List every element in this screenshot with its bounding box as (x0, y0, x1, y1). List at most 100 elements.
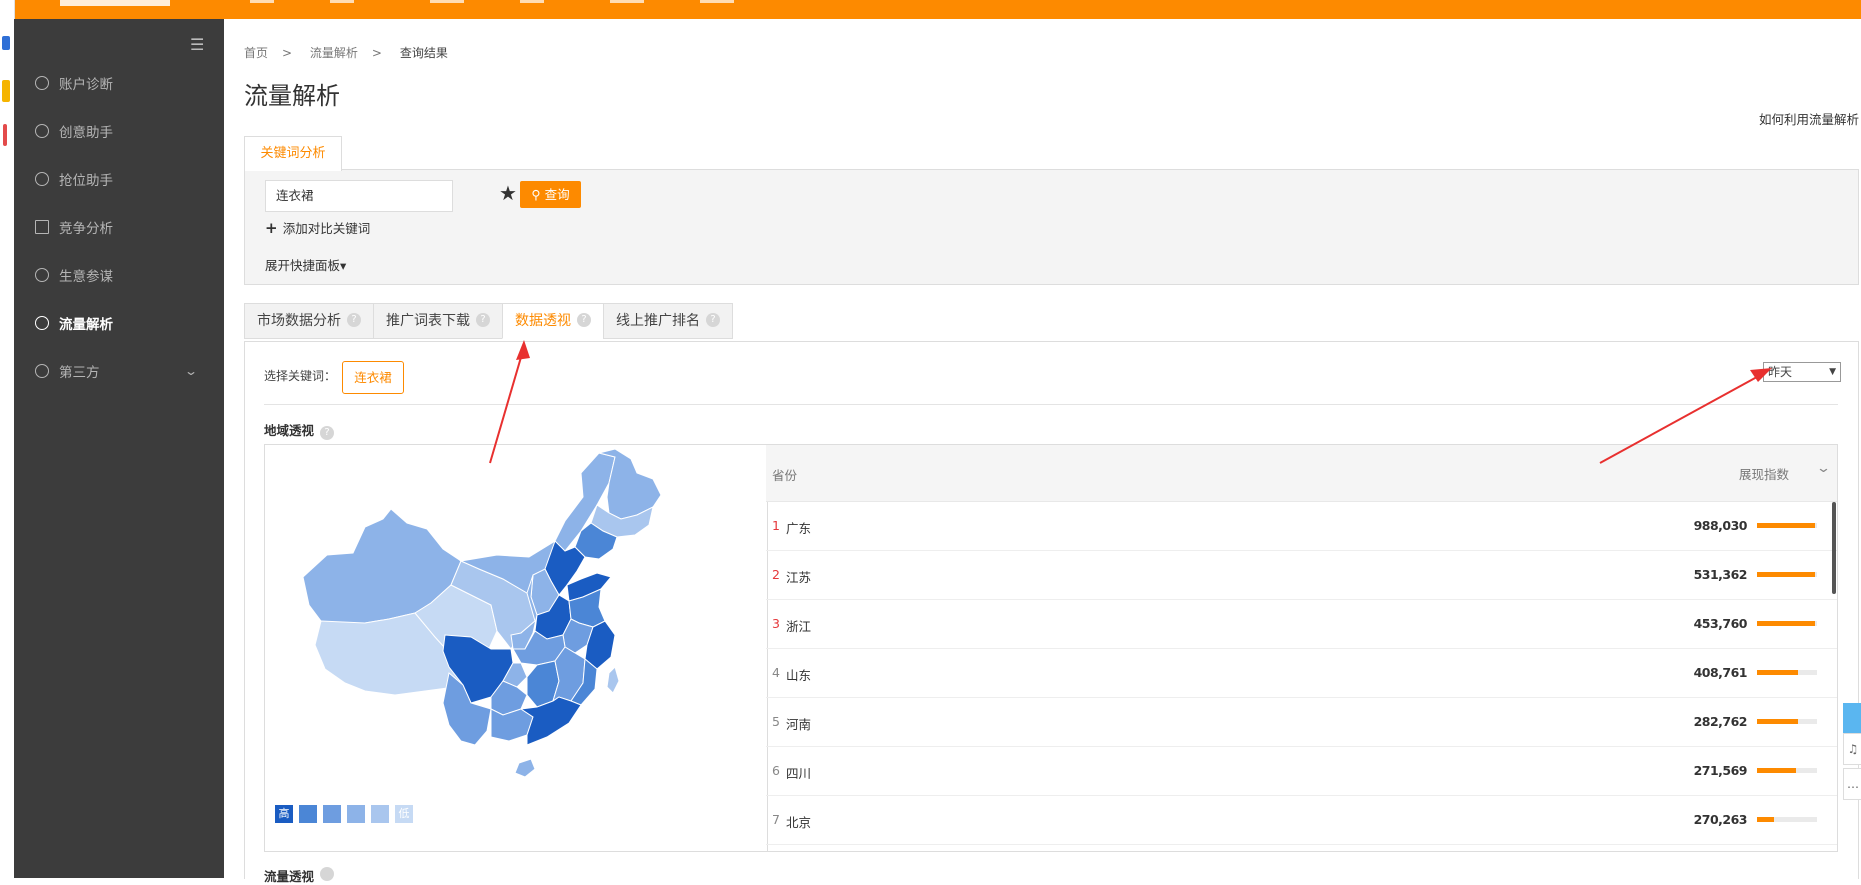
target-icon (35, 172, 49, 186)
help-icon[interactable]: ? (577, 313, 591, 327)
metric-value: 531,362 (1693, 567, 1748, 582)
date-range-value: 昨天 (1768, 365, 1793, 379)
table-row: 4 山东 408,761 (766, 649, 1837, 698)
metric-bar (1757, 670, 1817, 675)
province-column-header: 省份 (772, 468, 798, 483)
analysis-tabs: 市场数据分析? 推广词表下载? 数据透视? 线上推广排名? (244, 303, 733, 339)
rank: 4 (772, 665, 780, 680)
keyword-chip[interactable]: 连衣裙 (342, 361, 404, 394)
metric-bar-fill (1757, 670, 1798, 675)
sidebar-item-label: 生意参谋 (59, 269, 113, 285)
table-scrollbar[interactable] (1832, 502, 1836, 594)
rank: 6 (772, 763, 780, 778)
help-link[interactable]: 如何利用流量解析 (1759, 109, 1859, 128)
region-pivot-title: 地域透视? (264, 420, 335, 440)
nav-item[interactable] (610, 0, 644, 3)
breadcrumb: 首页 > 流量解析 > 查询结果 (244, 44, 462, 61)
province-table: 省份 展现指数 ⌄ 1 广东 988,030 2 江苏 531,362 3 浙江 453,7… (766, 444, 1838, 852)
help-icon[interactable] (320, 867, 335, 881)
table-row: 7 北京 270,263 (766, 796, 1837, 845)
nav-item[interactable] (330, 0, 354, 3)
metric-value: 453,760 (1693, 616, 1748, 631)
add-compare-label: 添加对比关键词 (282, 221, 371, 236)
compass-icon (35, 268, 49, 282)
rank: 1 (772, 518, 780, 533)
metric-value: 282,762 (1693, 714, 1748, 729)
table-row: 6 四川 271,569 (766, 747, 1837, 796)
metric-value: 988,030 (1693, 518, 1748, 533)
rank: 5 (772, 714, 780, 729)
metric-bar-fill (1757, 523, 1816, 528)
sidebar: ☰ 账户诊断 创意助手 抢位助手 竞争分析 生意参谋 流量解析 第三方 ⌄ (14, 19, 224, 878)
legend-swatch (371, 805, 389, 823)
sidebar-item-rank-assistant[interactable]: 抢位助手 (14, 162, 224, 196)
sidebar-item-creative-assistant[interactable]: 创意助手 (14, 114, 224, 148)
caret-down-icon: ▾ (340, 258, 347, 273)
star-icon[interactable]: ★ (499, 181, 517, 205)
rank: 2 (772, 567, 780, 582)
query-button[interactable]: ⚲ 查询 (520, 181, 581, 208)
legend-low: 低 (395, 805, 413, 823)
sidebar-item-competition[interactable]: 竞争分析 (14, 210, 224, 244)
sidebar-item-traffic-analysis[interactable]: 流量解析 (14, 306, 224, 340)
keyword-search-input[interactable]: 连衣裙 (265, 180, 453, 212)
help-icon[interactable]: ? (320, 426, 335, 440)
metric-column-header[interactable]: 展现指数 (1739, 464, 1789, 483)
breadcrumb-section[interactable]: 流量解析 (310, 46, 358, 60)
map-region-taiwan[interactable] (606, 666, 620, 694)
legend-high: 高 (275, 805, 293, 823)
window-edge-strip (0, 0, 15, 878)
expand-panel-label: 展开快捷面板 (265, 258, 341, 273)
app-icon (2, 36, 10, 50)
help-icon[interactable]: ? (706, 313, 720, 327)
tab-online-ranking[interactable]: 线上推广排名? (603, 303, 733, 339)
app-icon (2, 80, 10, 102)
caret-down-icon: ▼ (1829, 367, 1836, 377)
metric-bar (1757, 523, 1817, 528)
logo (60, 0, 170, 6)
province-name: 河南 (786, 717, 812, 732)
metric-value: 408,761 (1693, 665, 1748, 680)
sidebar-item-account-diagnosis[interactable]: 账户诊断 (14, 66, 224, 100)
date-range-select[interactable]: 昨天 ▼ (1763, 362, 1841, 382)
metric-bar-fill (1757, 768, 1796, 773)
help-icon[interactable]: ? (476, 313, 490, 327)
tab-data-pivot[interactable]: 数据透视? (502, 303, 604, 339)
divider (264, 404, 1838, 405)
metric-bar-fill (1757, 621, 1816, 626)
sidebar-item-third-party[interactable]: 第三方 ⌄ (14, 354, 224, 388)
sidebar-item-label: 竞争分析 (59, 221, 113, 237)
tab-market-data[interactable]: 市场数据分析? (244, 303, 374, 339)
flow-title-text: 流量透视 (264, 869, 315, 884)
chevron-down-icon[interactable]: ⌄ (1816, 461, 1831, 476)
map-region-hainan[interactable] (514, 758, 536, 778)
rank: 3 (772, 616, 780, 631)
sidebar-item-label: 抢位助手 (59, 173, 113, 189)
add-compare-keyword-link[interactable]: + 添加对比关键词 (265, 218, 370, 237)
sidebar-item-label: 账户诊断 (59, 77, 113, 93)
china-map-svg (302, 448, 662, 778)
menu-collapse-icon[interactable]: ☰ (190, 37, 210, 53)
refresh-icon (35, 364, 49, 378)
breadcrumb-home[interactable]: 首页 (244, 46, 268, 60)
tab-word-list-download[interactable]: 推广词表下载? (373, 303, 503, 339)
nav-item[interactable] (520, 0, 544, 3)
tab-keyword-analysis[interactable]: 关键词分析 (244, 136, 342, 171)
table-row: 3 浙江 453,760 (766, 600, 1837, 649)
nav-item[interactable] (430, 0, 464, 3)
metric-bar (1757, 719, 1817, 724)
chat-icon[interactable]: … (1843, 768, 1861, 800)
table-row: 5 河南 282,762 (766, 698, 1837, 747)
bell-icon[interactable]: ♫ (1843, 733, 1861, 765)
nav-item[interactable] (700, 0, 734, 3)
sidebar-item-business-advisor[interactable]: 生意参谋 (14, 258, 224, 292)
expand-panel-toggle[interactable]: 展开快捷面板▾ (265, 255, 346, 274)
assistant-bubble-icon[interactable] (1843, 703, 1861, 733)
nav-item[interactable] (250, 0, 274, 3)
tab-label: 市场数据分析 (257, 313, 341, 329)
sidebar-item-label: 第三方 (59, 365, 100, 381)
region-title-text: 地域透视 (264, 423, 315, 438)
metric-bar-fill (1757, 572, 1816, 577)
sidebar-item-label: 创意助手 (59, 125, 113, 141)
help-icon[interactable]: ? (347, 313, 361, 327)
